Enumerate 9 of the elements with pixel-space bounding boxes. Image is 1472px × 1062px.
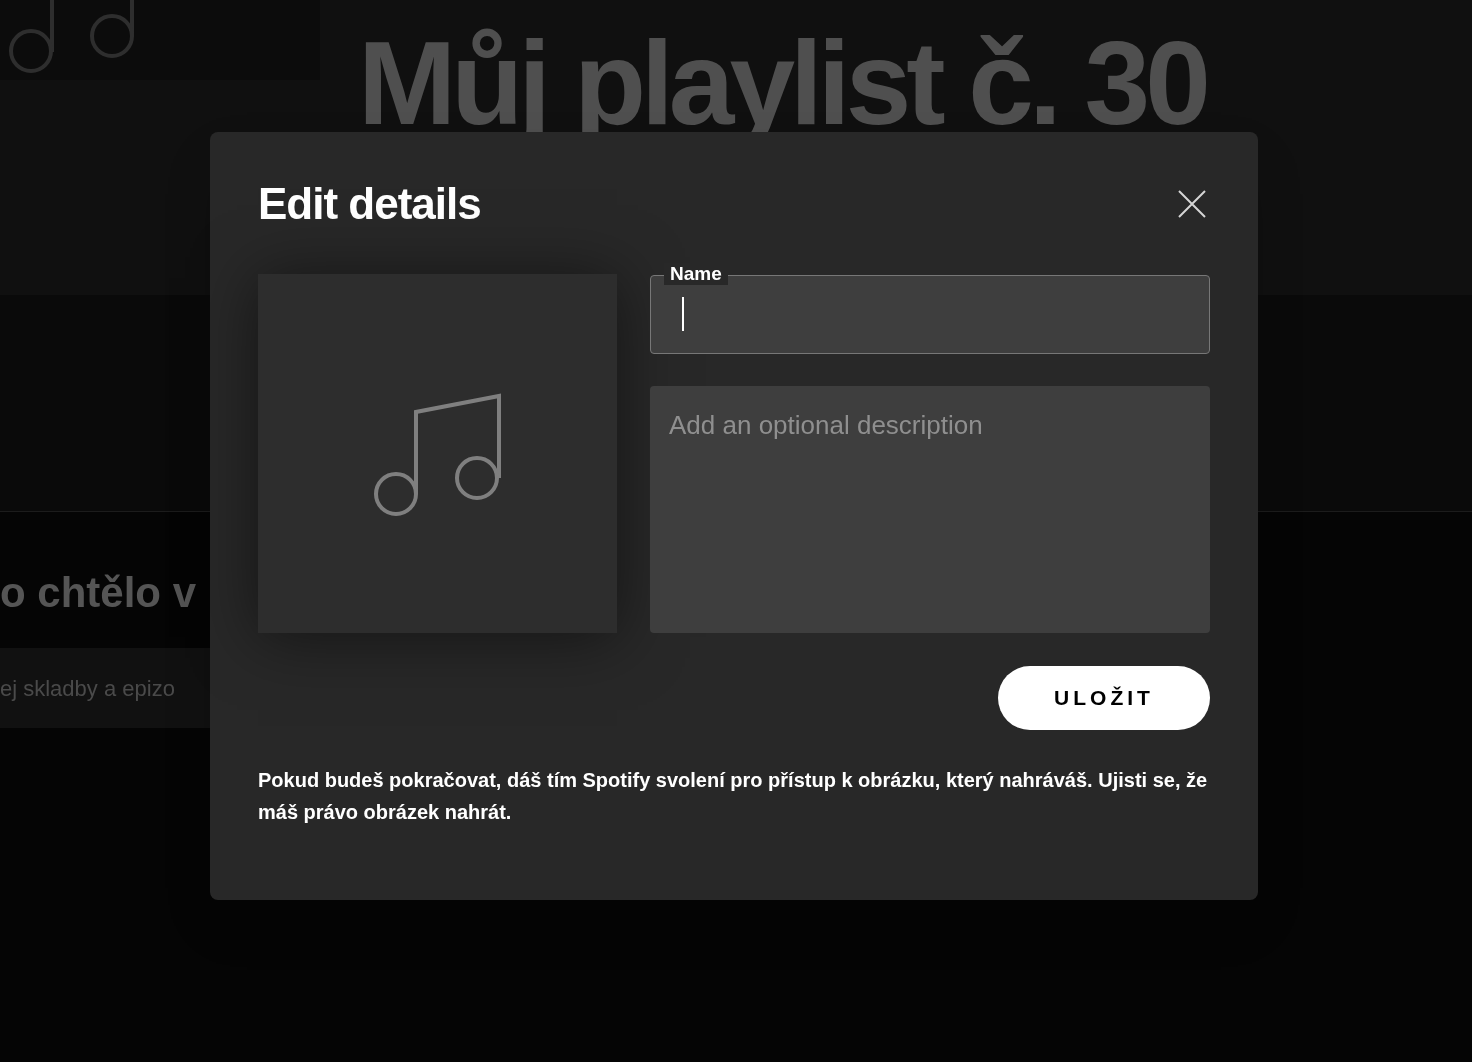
search-placeholder: ej skladby a epizo xyxy=(0,674,175,703)
playlist-title: Můj playlist č. 30 xyxy=(358,24,1206,134)
text-cursor xyxy=(682,297,684,331)
dialog-title: Edit details xyxy=(258,182,481,226)
disclaimer-text: Pokud budeš pokračovat, dáš tím Spotify svolení pro přístup k obrázku, který nahráváš. Ujisti se, že máš právo obrázek nahrát. xyxy=(258,768,1208,825)
section-heading: o chtělo v xyxy=(0,572,197,614)
close-icon[interactable] xyxy=(1176,188,1208,220)
save-button[interactable]: ULOŽIT xyxy=(998,666,1210,730)
description-field[interactable]: Add an optional description xyxy=(650,386,1210,633)
